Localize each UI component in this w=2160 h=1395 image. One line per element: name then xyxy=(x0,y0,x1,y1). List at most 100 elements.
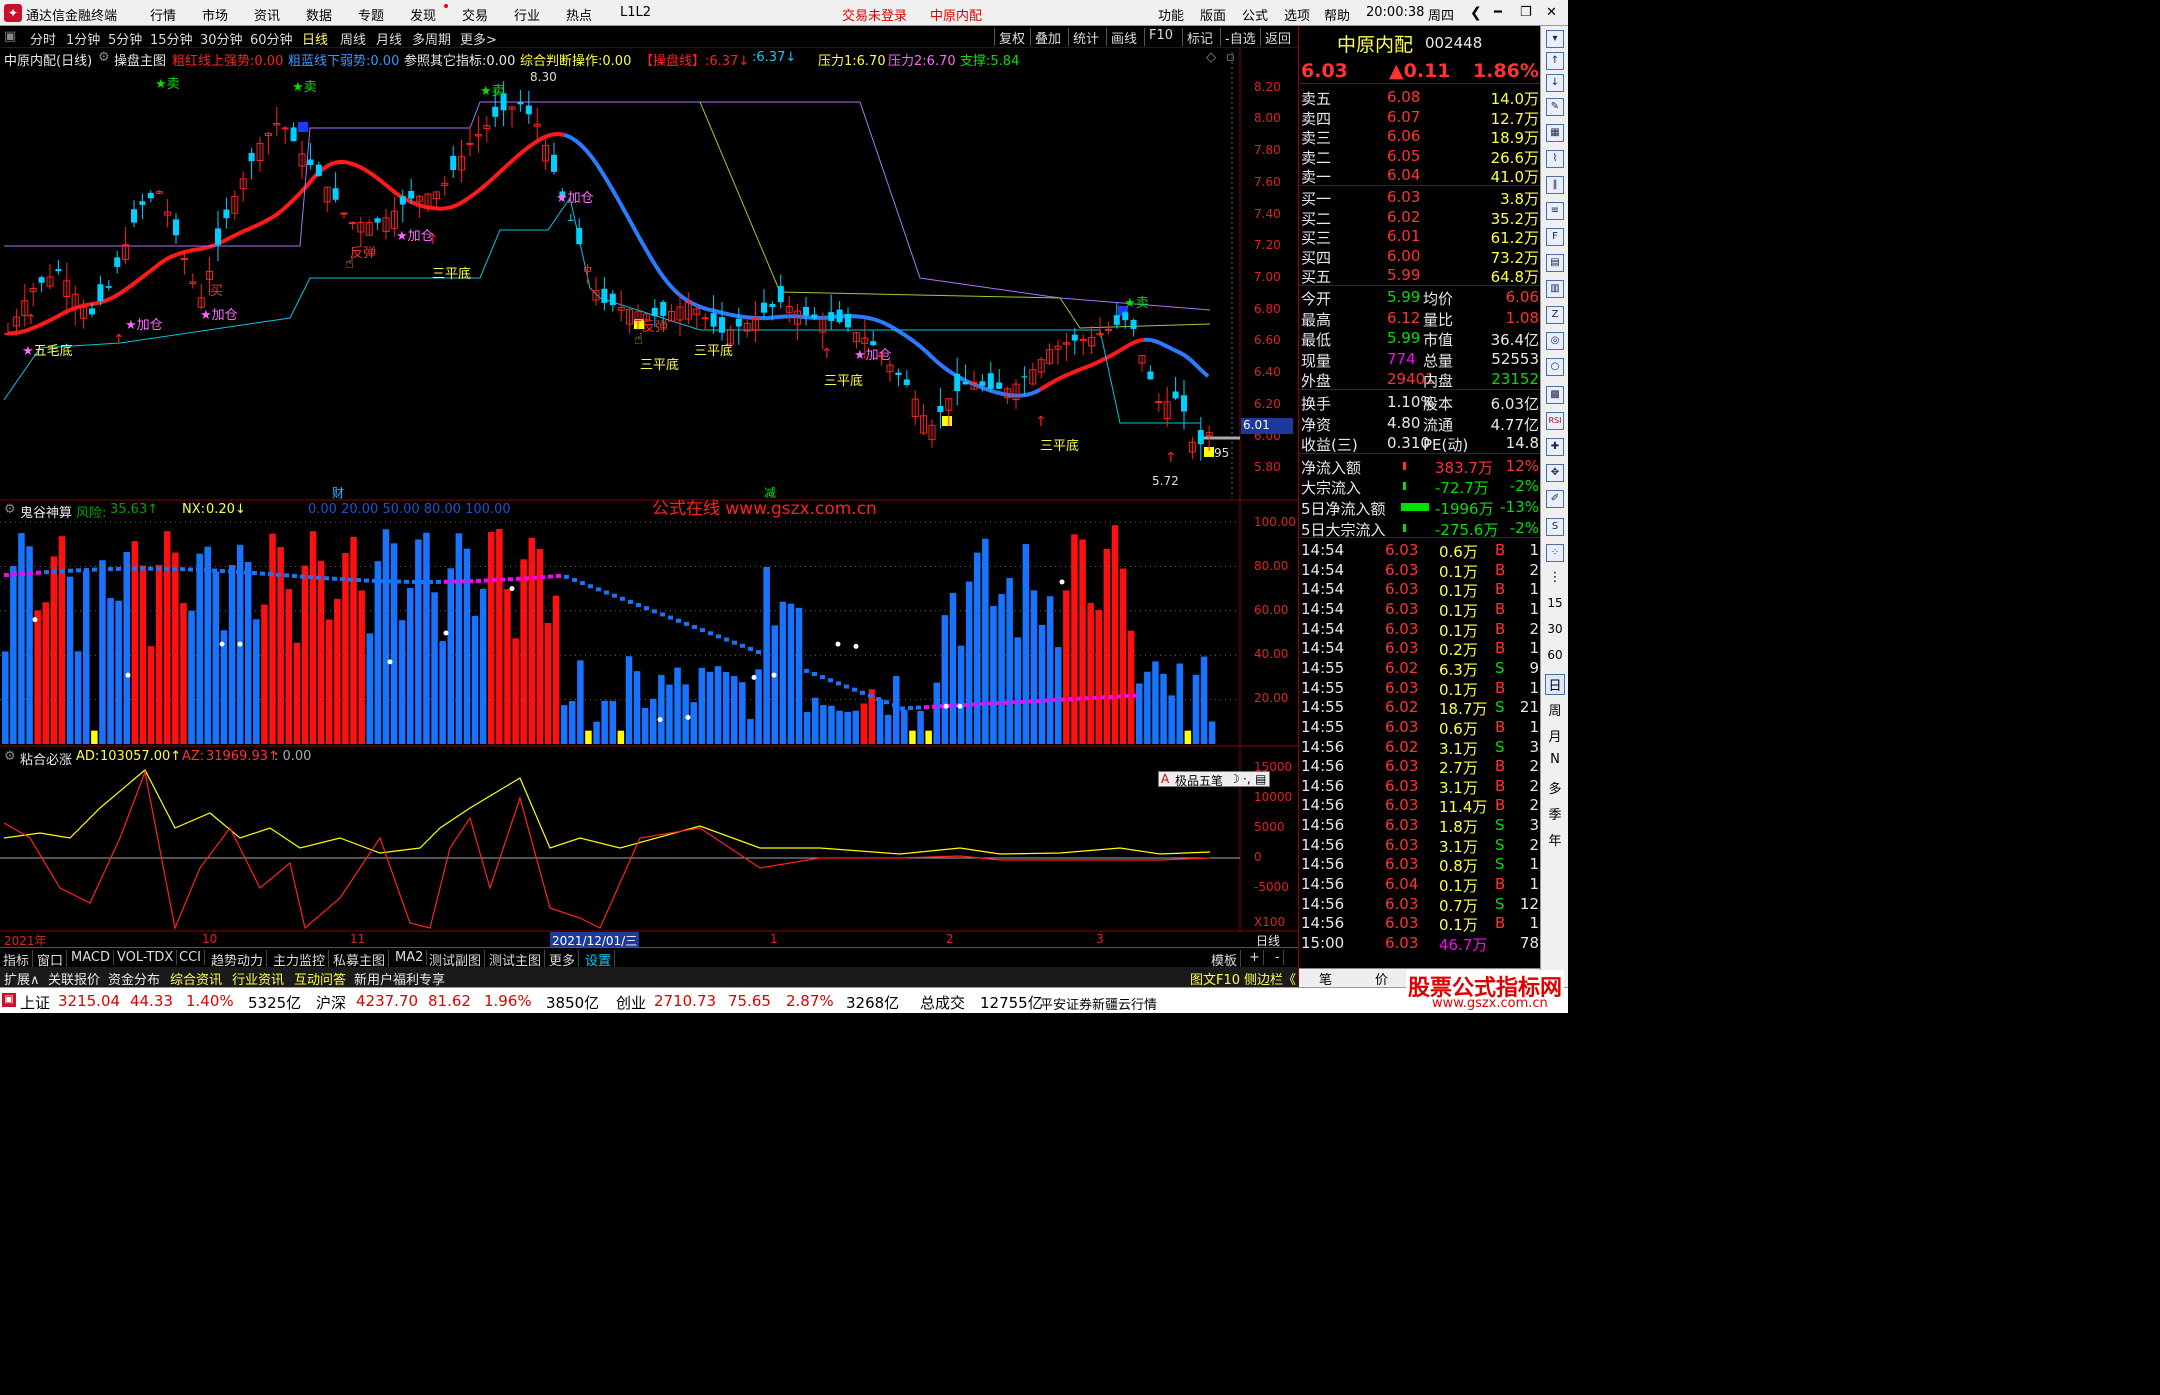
fs-icon[interactable]: S xyxy=(1546,518,1564,536)
tab-trades[interactable]: 笔 xyxy=(1319,969,1332,988)
period-15[interactable]: 15 xyxy=(1545,596,1565,610)
tick-row[interactable]: 14:56 6.03 0.7万 S 12 xyxy=(1299,895,1541,915)
toolbar-draw[interactable]: 画线 xyxy=(1106,28,1141,47)
bid-row[interactable]: 买一 6.03 3.8万 xyxy=(1299,188,1541,208)
bid-row[interactable]: 买二 6.02 35.2万 xyxy=(1299,208,1541,228)
ask-row[interactable]: 卖一 6.04 41.0万 xyxy=(1299,166,1541,186)
zoom-out-button[interactable]: - xyxy=(1272,950,1284,965)
back-arrow-icon[interactable]: ❮ xyxy=(1470,5,1482,21)
toolbar-back[interactable]: 返回 xyxy=(1260,28,1295,47)
stat-row[interactable]: 今开 5.99 均价 6.06 xyxy=(1299,288,1541,308)
period-tab[interactable]: 周线 xyxy=(340,29,366,48)
tick-row[interactable]: 15:00 6.03 46.7万 78 xyxy=(1299,934,1541,954)
flow-row[interactable]: 5日净流入额 -1996万 -13% xyxy=(1299,498,1541,518)
flow-row[interactable]: 净流入额 383.7万 12% xyxy=(1299,457,1541,477)
ask-row[interactable]: 卖三 6.06 18.9万 xyxy=(1299,127,1541,147)
period-year[interactable]: 年 xyxy=(1545,830,1565,849)
ask-row[interactable]: 卖五 6.08 14.0万 xyxy=(1299,88,1541,108)
tab-general-news[interactable]: 综合资讯 xyxy=(166,969,226,988)
tab-new-user[interactable]: 新用户福利专享 xyxy=(350,969,449,988)
tab-fund-distribution[interactable]: 资金分布 xyxy=(104,969,164,988)
collapse-icon[interactable]: ▾ xyxy=(1546,30,1564,48)
bid-row[interactable]: 买四 6.00 73.2万 xyxy=(1299,247,1541,267)
bid-row[interactable]: 买五 5.99 64.8万 xyxy=(1299,266,1541,286)
menu-topics[interactable]: 专题 xyxy=(358,5,384,24)
tick-row[interactable]: 14:56 6.03 1.8万 S 3 xyxy=(1299,816,1541,836)
tick-row[interactable]: 14:56 6.04 0.1万 B 1 xyxy=(1299,875,1541,895)
tab-sidebar[interactable]: 侧边栏《 xyxy=(1240,969,1300,988)
ime-moon-icon[interactable]: ☽ xyxy=(1229,772,1240,786)
chip-icon[interactable]: ▩ xyxy=(1546,386,1564,404)
fz-icon[interactable]: Z xyxy=(1546,306,1564,324)
arrow-up-icon[interactable]: ↑ xyxy=(1546,52,1564,70)
period-5min-icon[interactable]: ⋮ xyxy=(1545,570,1565,585)
toolbar-adjust[interactable]: 复权 xyxy=(994,28,1029,47)
kline-chart-canvas[interactable]: ↑↑↑↑↑↑ xyxy=(0,48,1298,932)
menu-news[interactable]: 资讯 xyxy=(254,5,280,24)
bid-row[interactable]: 买三 6.01 61.2万 xyxy=(1299,227,1541,247)
period-30[interactable]: 30 xyxy=(1545,622,1565,636)
period-month[interactable]: 月 xyxy=(1545,726,1565,745)
gear-icon[interactable]: ⚙ xyxy=(4,749,16,764)
table-icon[interactable]: ▤ xyxy=(1546,254,1564,272)
tick-row[interactable]: 14:54 6.03 0.1万 B 2 xyxy=(1299,561,1541,581)
stat-row[interactable]: 外盘 29401 内盘 23152 xyxy=(1299,370,1541,390)
tab-extend[interactable]: 扩展∧ xyxy=(0,969,44,988)
cy-name[interactable]: 创业 xyxy=(616,992,646,1013)
flow-row[interactable]: 大宗流入 -72.7万 -2% xyxy=(1299,477,1541,497)
tick-row[interactable]: 14:56 6.02 3.1万 S 3 xyxy=(1299,738,1541,758)
menu-function[interactable]: 功能 xyxy=(1158,5,1184,24)
fund-row[interactable]: 换手 1.10% 股本 6.03亿 xyxy=(1299,393,1541,413)
tick-row[interactable]: 14:54 6.03 0.2万 B 1 xyxy=(1299,639,1541,659)
tab-macd[interactable]: MACD xyxy=(68,950,114,965)
grid-icon[interactable]: ▦ xyxy=(1546,124,1564,142)
tick-row[interactable]: 14:56 6.03 11.4万 B 2 xyxy=(1299,796,1541,816)
pen-icon[interactable]: ✐ xyxy=(1546,490,1564,508)
period-tab[interactable]: 月线 xyxy=(376,29,402,48)
circle-icon[interactable]: ○ xyxy=(1546,358,1564,376)
tick-row[interactable]: 14:55 6.03 0.1万 B 1 xyxy=(1299,679,1541,699)
tick-row[interactable]: 14:54 6.03 0.1万 B 1 xyxy=(1299,600,1541,620)
period-tab[interactable]: 多周期 xyxy=(412,29,451,48)
menu-discover[interactable]: 发现 xyxy=(410,5,436,24)
period-tab-active[interactable]: 日线 xyxy=(302,29,328,48)
period-week[interactable]: 周 xyxy=(1545,700,1565,719)
tab-related-quotes[interactable]: 关联报价 xyxy=(44,969,104,988)
period-tab[interactable]: 60分钟 xyxy=(250,29,293,48)
tab-qa[interactable]: 互动问答 xyxy=(290,969,350,988)
menu-options[interactable]: 选项 xyxy=(1284,5,1310,24)
tab-price[interactable]: 价 xyxy=(1375,969,1388,988)
period-tab-more[interactable]: 更多> xyxy=(460,29,497,48)
cross-icon[interactable]: ✥ xyxy=(1546,464,1564,482)
period-n[interactable]: N xyxy=(1545,752,1565,767)
tools-icon[interactable]: ✚ xyxy=(1546,438,1564,456)
menu-help[interactable]: 帮助 xyxy=(1324,5,1350,24)
toolbar-remove-fav[interactable]: -自选 xyxy=(1220,28,1260,47)
trend-chart-icon[interactable]: ⌇ xyxy=(1546,150,1564,168)
indicator1-name[interactable]: 鬼谷神算 xyxy=(20,502,72,521)
toolbar-menu-icon[interactable]: ▣ xyxy=(4,29,16,44)
tick-row[interactable]: 14:56 6.03 0.8万 S 1 xyxy=(1299,855,1541,875)
period-tab[interactable]: 30分钟 xyxy=(200,29,243,48)
tab-ma2[interactable]: MA2 xyxy=(392,950,428,965)
menu-industry[interactable]: 行业 xyxy=(514,5,540,24)
stat-row[interactable]: 最低 5.99 市值 36.4亿 xyxy=(1299,329,1541,349)
menu-layout[interactable]: 版面 xyxy=(1200,5,1226,24)
toolbar-overlay[interactable]: 叠加 xyxy=(1030,28,1065,47)
flow-row[interactable]: 5日大宗流入 -275.6万 -2% xyxy=(1299,519,1541,539)
target-icon[interactable]: ◎ xyxy=(1546,332,1564,350)
dots-icon[interactable]: ⁘ xyxy=(1546,544,1564,562)
market-icon[interactable]: ▣ xyxy=(2,993,16,1007)
close-icon[interactable]: ✕ xyxy=(1546,5,1557,20)
rsi-icon[interactable]: RSI xyxy=(1546,412,1564,430)
period-tab[interactable]: 分时 xyxy=(30,29,56,48)
ask-row[interactable]: 卖二 6.05 26.6万 xyxy=(1299,147,1541,167)
tick-row[interactable]: 14:54 6.03 0.6万 B 1 xyxy=(1299,541,1541,561)
fund-row[interactable]: 净资 4.80 流通 4.77亿 xyxy=(1299,414,1541,434)
period-multi[interactable]: 多 xyxy=(1545,778,1565,797)
chart2-icon[interactable]: ▥ xyxy=(1546,280,1564,298)
fio-icon[interactable]: F xyxy=(1546,228,1564,246)
tick-row[interactable]: 14:56 6.03 2.7万 B 2 xyxy=(1299,757,1541,777)
indicator2-name[interactable]: 粘合必涨 xyxy=(20,749,72,768)
tab-vol[interactable]: VOL-TDX xyxy=(114,950,178,965)
